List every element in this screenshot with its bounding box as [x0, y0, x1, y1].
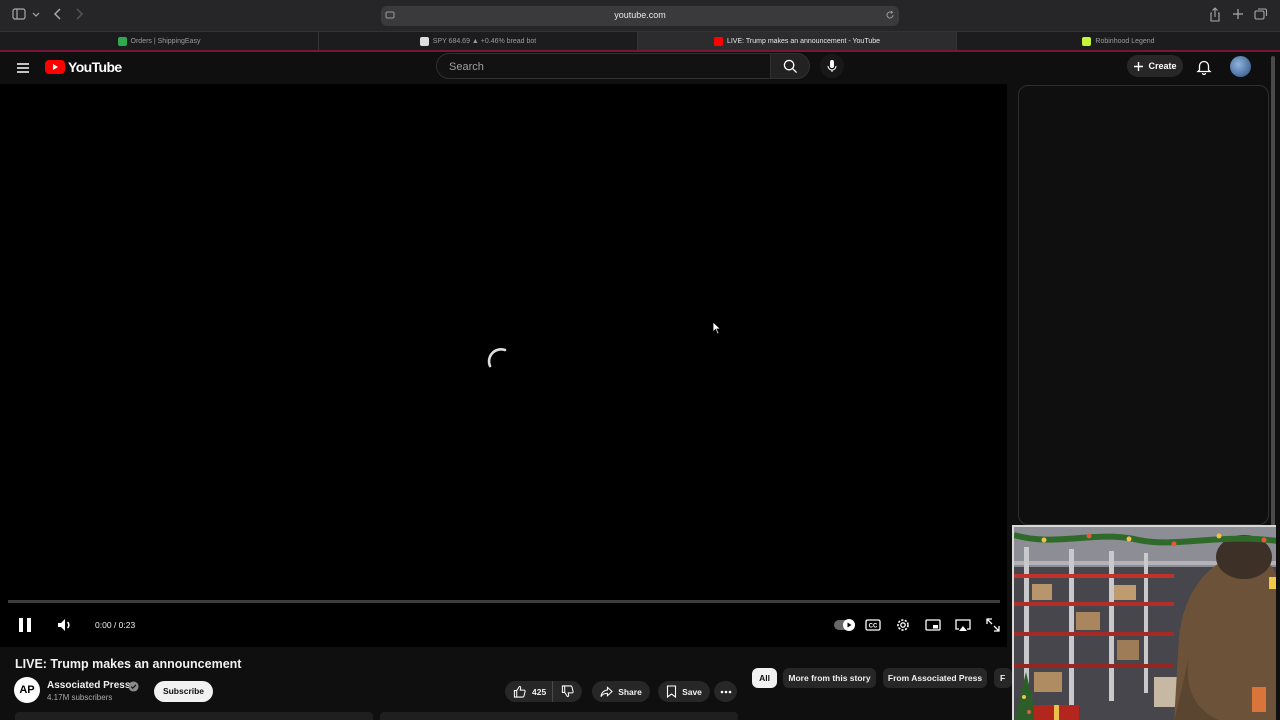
- plus-icon: [1134, 61, 1144, 71]
- autoplay-toggle[interactable]: [834, 619, 855, 631]
- tradingview-favicon-icon: [419, 37, 429, 46]
- like-button[interactable]: 425: [505, 681, 553, 702]
- logo-text: YouTube: [68, 59, 122, 75]
- webcam-image: [1014, 527, 1276, 720]
- youtube-play-logo-icon: [45, 60, 65, 74]
- captions-icon: CC: [865, 619, 881, 631]
- thumbs-up-icon: [513, 685, 526, 698]
- pause-icon: [19, 618, 31, 632]
- notifications-icon[interactable]: [1195, 58, 1213, 76]
- svg-text:CC: CC: [869, 624, 878, 630]
- subscriber-count: 4.17M subscribers: [47, 693, 113, 702]
- video-player[interactable]: 0:00 / 0:23 CC: [0, 84, 1007, 647]
- verified-badge-icon: [128, 681, 139, 692]
- microphone-icon: [827, 60, 837, 72]
- account-avatar[interactable]: [1230, 56, 1251, 77]
- address-text: youtube.com: [614, 10, 666, 20]
- miniplayer-button[interactable]: [923, 615, 943, 635]
- share-button[interactable]: Share: [592, 681, 650, 702]
- subscribe-button[interactable]: Subscribe: [154, 681, 213, 702]
- masthead: YouTube Create: [0, 52, 1280, 84]
- mouse-cursor-icon: [712, 321, 722, 335]
- progress-bar[interactable]: [8, 600, 1000, 603]
- save-button[interactable]: Save: [658, 681, 710, 702]
- address-bar[interactable]: youtube.com: [381, 6, 899, 26]
- more-actions-button[interactable]: [714, 681, 737, 702]
- browser-toolbar: youtube.com: [0, 0, 1280, 31]
- robinhood-favicon-icon: [1082, 37, 1092, 46]
- create-button[interactable]: Create: [1127, 55, 1183, 77]
- more-horizontal-icon: [720, 690, 731, 693]
- like-dislike-group: 425: [505, 681, 582, 702]
- bookmark-icon: [667, 685, 677, 698]
- channel-avatar[interactable]: AP: [14, 677, 40, 703]
- tab-robinhood[interactable]: Robinhood Legend: [957, 32, 1280, 51]
- save-label: Save: [682, 686, 702, 697]
- volume-button[interactable]: [55, 615, 75, 635]
- youtube-logo[interactable]: YouTube: [45, 59, 122, 75]
- youtube-favicon-icon: [713, 37, 723, 46]
- tab-bar: Orders | ShippingEasy SPY 684.69 ▲ +0.46…: [0, 31, 1280, 52]
- webcam-overlay: [1012, 525, 1276, 720]
- like-count: 425: [532, 686, 547, 697]
- theater-mode-button[interactable]: [953, 615, 973, 635]
- dislike-button[interactable]: [553, 685, 582, 698]
- forward-icon[interactable]: [73, 7, 89, 23]
- search-input[interactable]: [447, 58, 751, 76]
- settings-button[interactable]: [893, 615, 913, 635]
- comments-box-edge: [380, 712, 738, 720]
- chip-more-from-this-story[interactable]: More from this story: [783, 668, 876, 688]
- description-box-edge: [15, 712, 373, 720]
- reload-icon[interactable]: [885, 10, 895, 20]
- new-tab-icon[interactable]: [1231, 7, 1247, 23]
- tab-overview-icon[interactable]: [1254, 7, 1270, 23]
- tab-youtube[interactable]: LIVE: Trump makes an announcement - YouT…: [638, 32, 957, 51]
- airplay-icon: [955, 619, 971, 631]
- tab-label: Orders | ShippingEasy: [130, 38, 201, 45]
- share-label: Share: [618, 686, 642, 697]
- fullscreen-icon: [986, 618, 1000, 632]
- chevron-down-icon[interactable]: [31, 7, 47, 23]
- tab-spy-tradingview[interactable]: SPY 684.69 ▲ +0.46% bread bot: [319, 32, 638, 51]
- captions-button[interactable]: CC: [863, 615, 883, 635]
- tab-label: SPY 684.69 ▲ +0.46% bread bot: [432, 38, 537, 45]
- miniplayer-icon: [925, 619, 941, 631]
- play-small-icon: [847, 622, 852, 628]
- fullscreen-button[interactable]: [983, 615, 1003, 635]
- search-box[interactable]: [436, 53, 771, 79]
- video-title: LIVE: Trump makes an announcement: [15, 657, 242, 671]
- loading-spinner-icon: [487, 348, 507, 368]
- thumbs-down-icon: [561, 685, 574, 698]
- menu-icon[interactable]: [13, 58, 33, 78]
- chat-side-panel: [1018, 85, 1269, 525]
- voice-search-button[interactable]: [820, 54, 844, 78]
- time-display: 0:00 / 0:23: [95, 620, 136, 630]
- back-icon[interactable]: [52, 7, 68, 23]
- gear-icon: [897, 619, 909, 631]
- shippingeasy-favicon-icon: [117, 37, 127, 46]
- pause-button[interactable]: [15, 615, 35, 635]
- share-page-icon[interactable]: [1208, 7, 1224, 23]
- chip-all[interactable]: All: [752, 668, 777, 688]
- create-label: Create: [1148, 61, 1177, 71]
- share-arrow-icon: [600, 685, 614, 697]
- search-icon: [783, 59, 797, 74]
- chip-from-associated-press[interactable]: From Associated Press: [883, 668, 987, 688]
- tab-label: Robinhood Legend: [1095, 38, 1155, 45]
- search-button[interactable]: [771, 53, 810, 79]
- channel-name[interactable]: Associated Press: [47, 680, 130, 691]
- tab-label: LIVE: Trump makes an announcement - YouT…: [726, 38, 881, 45]
- tab-shippingeasy[interactable]: Orders | ShippingEasy: [0, 32, 319, 51]
- volume-icon: [58, 619, 70, 631]
- chip-next-partial[interactable]: F: [994, 668, 1012, 688]
- sidebar-toggle-icon[interactable]: [12, 7, 28, 23]
- autoplay-knob: [843, 619, 855, 631]
